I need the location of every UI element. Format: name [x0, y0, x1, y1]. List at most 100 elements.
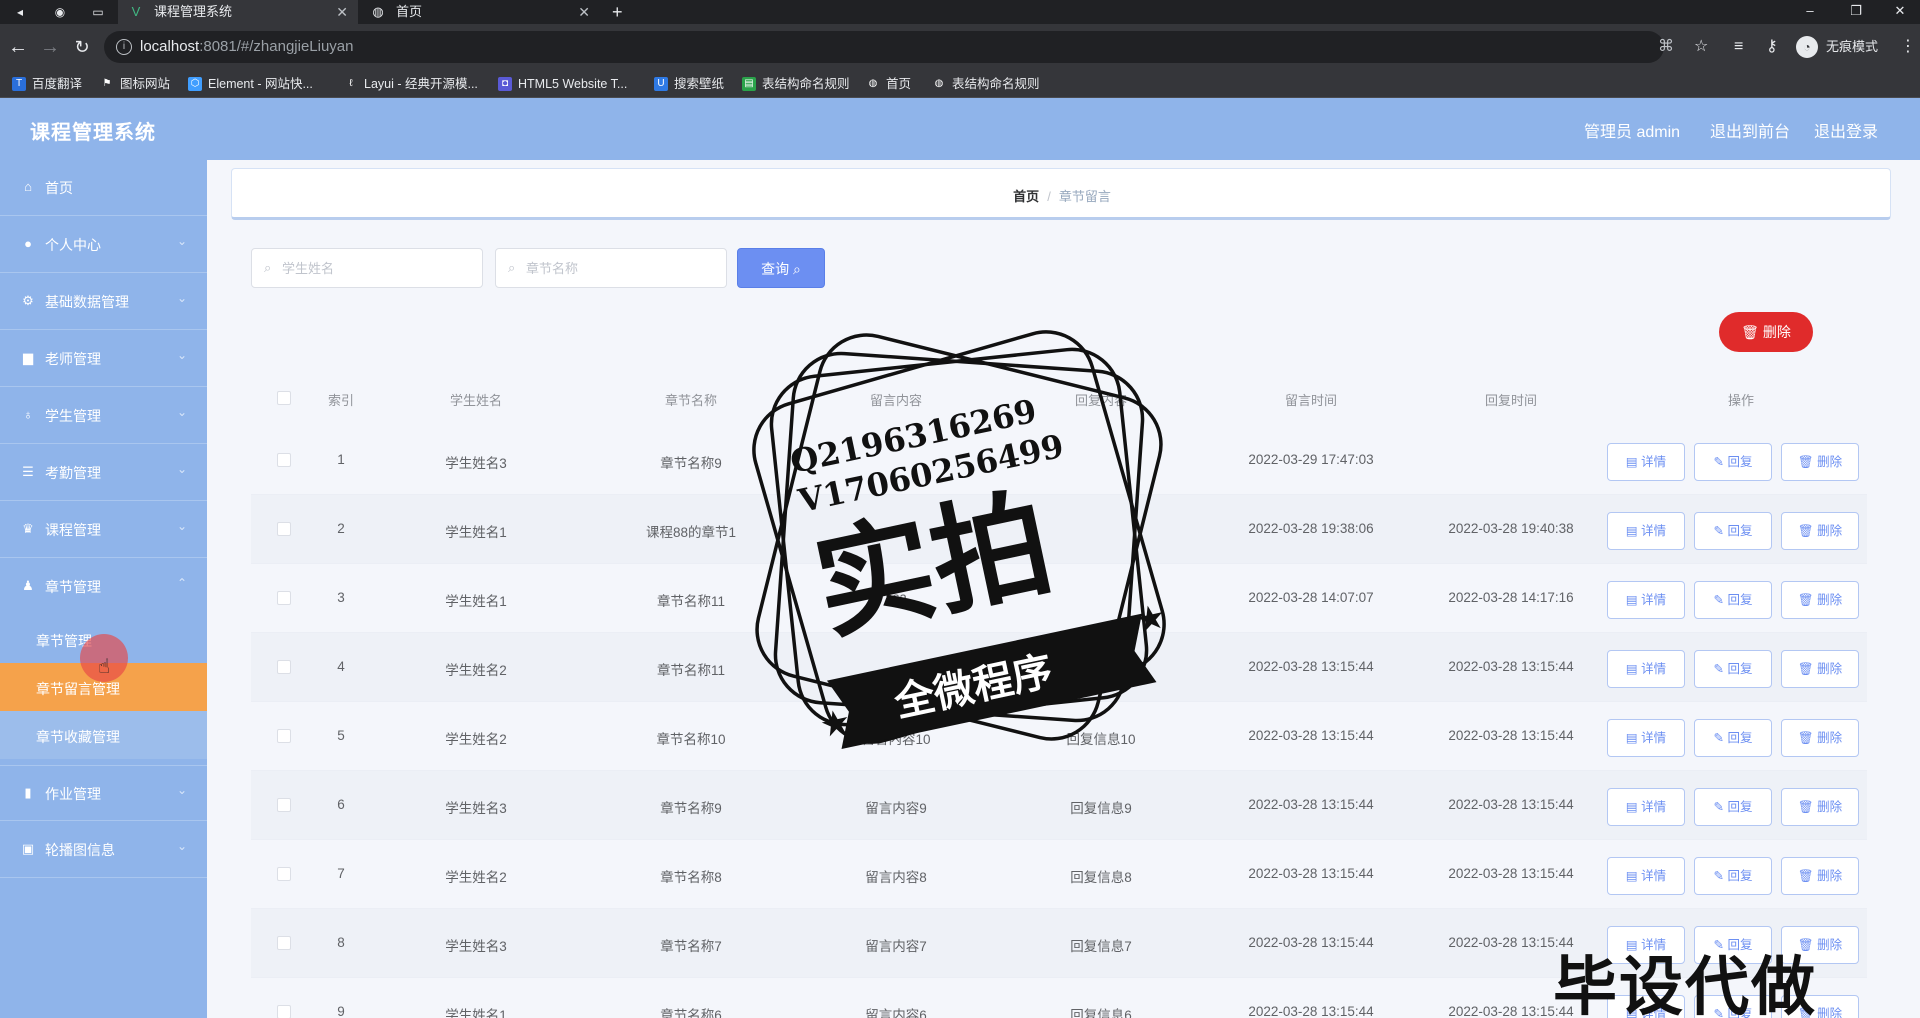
- row-checkbox[interactable]: [277, 936, 291, 950]
- sidebar-item-base-data[interactable]: ⚙ 基础数据管理 ⌄: [0, 274, 207, 330]
- minimize-icon[interactable]: –: [1790, 0, 1830, 22]
- bookmark-item[interactable]: ◍ 表结构命名规则: [930, 70, 1040, 98]
- playlist-icon[interactable]: ≡: [1734, 36, 1743, 58]
- sidebar-item-courses[interactable]: ♛ 课程管理 ⌄: [0, 502, 207, 558]
- bookmark-item[interactable]: ℓ Layui - 经典开源模...: [342, 70, 478, 98]
- delete-button[interactable]: 🗑 删除: [1781, 443, 1859, 481]
- detail-button[interactable]: ▤ 详情: [1607, 581, 1685, 619]
- cell-chapter: 课程88的章节1: [645, 525, 737, 540]
- star-icon[interactable]: ☆: [1694, 36, 1708, 58]
- reply-button[interactable]: ✎ 回复: [1694, 995, 1772, 1018]
- bookmark-item[interactable]: T 百度翻译: [10, 70, 82, 98]
- detail-button[interactable]: ▤ 详情: [1607, 512, 1685, 550]
- row-checkbox[interactable]: [277, 591, 291, 605]
- sidebar-item-attendance[interactable]: ☰ 考勤管理 ⌄: [0, 445, 207, 501]
- info-icon[interactable]: i: [116, 39, 132, 55]
- new-tab-icon[interactable]: +: [612, 0, 623, 24]
- sidebar-item-home[interactable]: ⌂ 首页: [0, 160, 207, 216]
- detail-label: 详情: [1641, 662, 1667, 676]
- row-checkbox[interactable]: [277, 1005, 291, 1018]
- menu-dots-icon[interactable]: ⋮: [1900, 36, 1916, 58]
- reply-button[interactable]: ✎ 回复: [1694, 788, 1772, 826]
- reply-button[interactable]: ✎ 回复: [1694, 581, 1772, 619]
- chapter-name-input[interactable]: [526, 257, 716, 279]
- reply-button[interactable]: ✎ 回复: [1694, 857, 1772, 895]
- delete-button[interactable]: 🗑 删除: [1781, 857, 1859, 895]
- search-icon: ⌕: [508, 260, 516, 275]
- reload-icon[interactable]: ↻: [70, 35, 94, 59]
- sidebar-item-teachers[interactable]: ▆ 老师管理 ⌄: [0, 331, 207, 387]
- url-input[interactable]: i localhost:8081/#/zhangjieLiuyan ⌘: [104, 31, 1674, 63]
- cell-reply: 回复信息10: [1066, 732, 1136, 747]
- close-tab-icon[interactable]: ✕: [336, 0, 348, 24]
- back-icon[interactable]: ←: [6, 35, 30, 59]
- detail-button[interactable]: ▤ 详情: [1607, 719, 1685, 757]
- reply-button[interactable]: ✎ 回复: [1694, 443, 1772, 481]
- bookmark-item[interactable]: ⚑ 图标网站: [98, 70, 171, 98]
- key-icon[interactable]: ⚷: [1766, 36, 1778, 58]
- reply-button[interactable]: ✎ 回复: [1694, 719, 1772, 757]
- delete-button[interactable]: 🗑 删除: [1781, 581, 1859, 619]
- cell-index: 9: [337, 1004, 345, 1018]
- delete-button[interactable]: 🗑 删除: [1781, 719, 1859, 757]
- logout-link[interactable]: 退出登录: [1814, 118, 1878, 142]
- detail-button[interactable]: ▤ 详情: [1607, 926, 1685, 964]
- incognito-badge[interactable]: ◔ 无痕模式: [1796, 34, 1878, 60]
- sidebar-item-carousel[interactable]: ▣ 轮播图信息 ⌄: [0, 822, 207, 878]
- window-icon[interactable]: ▭: [88, 2, 108, 22]
- sidebar-item-homework[interactable]: ▮ 作业管理 ⌄: [0, 765, 207, 821]
- bookmark-item[interactable]: ◘ HTML5 Website T...: [496, 70, 627, 98]
- delete-button[interactable]: 🗑 删除: [1781, 788, 1859, 826]
- sidebar-subitem-chapter-favorites[interactable]: 章节收藏管理: [0, 711, 207, 759]
- batch-delete-button[interactable]: 🗑 删除: [1719, 312, 1813, 352]
- detail-button[interactable]: ▤ 详情: [1607, 857, 1685, 895]
- row-checkbox[interactable]: [277, 798, 291, 812]
- row-checkbox[interactable]: [277, 729, 291, 743]
- sidebar-item-students[interactable]: ♁ 学生管理 ⌄: [0, 388, 207, 444]
- query-button[interactable]: 查询 ⌕: [737, 248, 825, 288]
- bookmark-item[interactable]: ▤ 表结构命名规则: [740, 70, 850, 98]
- detail-button[interactable]: ▤ 详情: [1607, 788, 1685, 826]
- row-checkbox[interactable]: [277, 867, 291, 881]
- close-tab-icon[interactable]: ✕: [578, 0, 590, 24]
- row-checkbox[interactable]: [277, 522, 291, 536]
- sidebar-item-profile[interactable]: ● 个人中心 ⌄: [0, 217, 207, 273]
- delete-button[interactable]: 🗑 删除: [1781, 926, 1859, 964]
- student-name-search[interactable]: ⌕: [251, 248, 483, 288]
- cell-chapter: 章节名称11: [656, 594, 725, 609]
- cell-reply-time: 2022-03-28 14:17:16: [1448, 590, 1574, 605]
- student-name-input[interactable]: [282, 257, 472, 279]
- translate-icon[interactable]: ⌘: [1658, 37, 1674, 57]
- delete-label: 删除: [1817, 800, 1843, 814]
- delete-button[interactable]: 🗑 删除: [1781, 995, 1859, 1018]
- breadcrumb-current: 章节留言: [1058, 189, 1111, 204]
- tab-home[interactable]: ◍ 首页 ✕: [360, 0, 600, 24]
- detail-button[interactable]: ▤ 详情: [1607, 443, 1685, 481]
- audio-icon[interactable]: ◂: [10, 2, 30, 22]
- reply-button[interactable]: ✎ 回复: [1694, 512, 1772, 550]
- select-all-checkbox[interactable]: [277, 391, 291, 405]
- close-window-icon[interactable]: ✕: [1880, 0, 1920, 22]
- breadcrumb-home[interactable]: 首页: [1013, 189, 1039, 204]
- delete-button[interactable]: 🗑 删除: [1781, 650, 1859, 688]
- detail-button[interactable]: ▤ 详情: [1607, 995, 1685, 1018]
- reply-button[interactable]: ✎ 回复: [1694, 926, 1772, 964]
- chapter-name-search[interactable]: ⌕: [495, 248, 727, 288]
- bookmark-item[interactable]: ⬡ Element - 网站快...: [186, 70, 313, 98]
- tab-course-system[interactable]: V 课程管理系统 ✕: [118, 0, 358, 24]
- detail-button[interactable]: ▤ 详情: [1607, 650, 1685, 688]
- restore-icon[interactable]: ❐: [1836, 0, 1876, 22]
- bookmark-item[interactable]: ◍ 首页: [864, 70, 911, 98]
- delete-button[interactable]: 🗑 删除: [1781, 512, 1859, 550]
- chrome-icon[interactable]: ◉: [50, 2, 70, 22]
- list-icon: ☰: [22, 464, 34, 479]
- reply-icon: ✎: [1713, 455, 1728, 469]
- forward-icon[interactable]: →: [38, 35, 62, 59]
- row-checkbox[interactable]: [277, 660, 291, 674]
- cell-reply: 回复信息8: [1070, 870, 1132, 885]
- back-to-front-link[interactable]: 退出到前台: [1710, 118, 1790, 142]
- row-checkbox[interactable]: [277, 453, 291, 467]
- sidebar-item-chapters[interactable]: ♟ 章节管理 ⌃: [0, 559, 207, 615]
- reply-button[interactable]: ✎ 回复: [1694, 650, 1772, 688]
- bookmark-item[interactable]: U 搜索壁纸: [652, 70, 724, 98]
